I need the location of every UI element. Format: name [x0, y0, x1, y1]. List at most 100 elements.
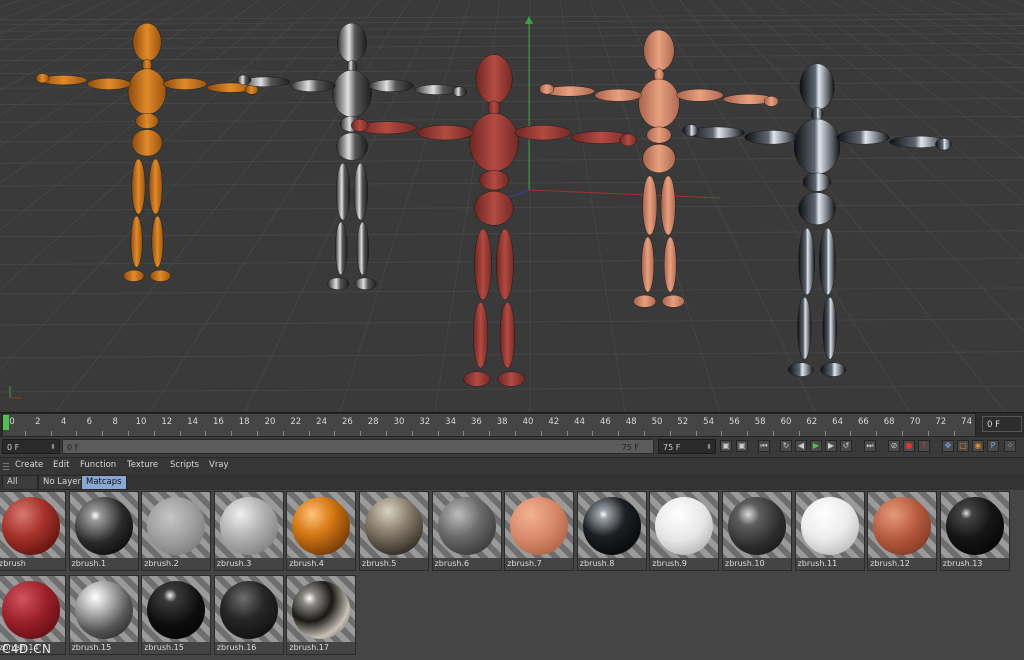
timeline-tick-label: 26 — [341, 417, 353, 427]
timeline-tick-label: 32 — [419, 417, 431, 427]
material-preview — [147, 581, 206, 639]
frame-range-slider[interactable]: 0 F 75 F — [62, 439, 654, 454]
previous-key-button[interactable]: ↻ — [780, 440, 792, 452]
filter-tab-matcaps[interactable]: Matcaps — [81, 475, 127, 490]
timeline-tick-label: 24 — [316, 417, 328, 427]
step-forward-button[interactable]: ▶ — [825, 440, 837, 452]
timeline-tick-label: 58 — [754, 417, 766, 427]
3d-viewport[interactable] — [0, 0, 1024, 412]
material-preview — [437, 497, 496, 555]
material-preview — [728, 497, 786, 555]
menu-texture[interactable]: Texture — [127, 460, 158, 470]
stepper-icon: ⬍ — [50, 443, 56, 451]
frame-left-button[interactable]: ▣ — [720, 440, 732, 452]
timeline-tick-label: 60 — [780, 417, 792, 427]
menu-function[interactable]: Function — [80, 460, 116, 470]
rotate-key-button[interactable]: ◉ — [972, 440, 984, 452]
menu-scripts[interactable]: Scripts — [170, 460, 199, 470]
material-swatch[interactable]: zbrush.15 — [68, 575, 139, 655]
timeline-tick-label: 66 — [857, 417, 869, 427]
material-menu-bar: Create Edit Function Texture Scripts Vra… — [0, 457, 1024, 474]
autokey-button[interactable]: ● — [903, 440, 915, 452]
material-label: zbrush.3 — [214, 558, 283, 570]
material-preview — [292, 497, 351, 555]
material-label: zbrush.7 — [505, 558, 574, 570]
param-key-button[interactable]: P — [987, 440, 999, 452]
material-label: zbrush — [0, 558, 65, 570]
material-preview — [800, 497, 859, 555]
viewport-canvas[interactable] — [0, 0, 1024, 412]
menu-vray[interactable]: Vray — [209, 460, 229, 470]
material-swatch[interactable]: zbrush.7 — [504, 491, 575, 571]
material-swatch[interactable]: zbrush.5 — [359, 491, 429, 571]
x-axis-line — [528, 189, 721, 199]
material-swatch[interactable]: zbrush.8 — [576, 491, 647, 571]
glass-mannequin[interactable] — [682, 63, 952, 377]
timeline-tick-label: 4 — [60, 417, 67, 427]
menu-edit[interactable]: Edit — [53, 460, 69, 470]
timeline-tick-label: 36 — [470, 417, 482, 427]
start-frame-field[interactable]: 0 F ⬍ — [2, 439, 60, 454]
timeline[interactable]: 0 2 4 6 8 10 12 14 16 18 20 22 24 26 28 30 32 34 36 38 40 42 4… — [0, 412, 1024, 437]
current-frame-field[interactable]: 0 F — [982, 416, 1022, 432]
timeline-tick-label: 40 — [522, 417, 534, 427]
go-to-end-button[interactable]: ⏭ — [864, 440, 876, 452]
timeline-tick-label: 74 — [961, 417, 973, 427]
record-keys-button[interactable]: ⊘ — [888, 440, 900, 452]
next-key-button[interactable]: ↺ — [840, 440, 852, 452]
material-label: zbrush.13 — [940, 558, 1009, 570]
end-frame-value: 75 F — [663, 443, 681, 452]
step-back-button[interactable]: ◀ — [795, 440, 807, 452]
red-mannequin[interactable] — [351, 54, 637, 387]
material-swatch[interactable]: zbrush.9 — [649, 491, 720, 571]
material-preview — [147, 497, 206, 555]
playhead[interactable] — [3, 415, 9, 430]
filter-tab-all[interactable]: All — [2, 475, 38, 490]
material-swatch[interactable]: zbrush.16 — [213, 575, 284, 655]
filter-tab-no-layer[interactable]: No Layer — [38, 475, 86, 490]
material-swatch[interactable]: zbrush.10 — [722, 491, 792, 571]
mannequin-group[interactable] — [35, 22, 952, 387]
material-label: zbrush.6 — [432, 558, 501, 570]
material-swatch[interactable]: zbrush.13 — [939, 491, 1010, 571]
point-level-button[interactable]: ⁘ — [1004, 440, 1016, 452]
material-preview — [655, 497, 714, 555]
timeline-tick-label: 38 — [496, 417, 508, 427]
material-swatch[interactable]: zbrush.3 — [213, 491, 284, 571]
range-end-value: 75 F — [621, 443, 639, 452]
orange-mannequin[interactable] — [35, 22, 259, 282]
end-frame-field[interactable]: 75 F ⬍ — [658, 439, 716, 454]
material-label: zbrush.12 — [868, 558, 937, 570]
timeline-tick-label: 0 — [9, 417, 15, 427]
scale-key-button[interactable]: ▢ — [957, 440, 969, 452]
material-swatch[interactable]: zbrush.2 — [141, 491, 212, 571]
material-swatch[interactable]: zbrush.4 — [286, 491, 357, 571]
material-preview — [74, 497, 133, 555]
material-label: zbrush.1 — [69, 558, 138, 570]
move-key-button[interactable]: ✥ — [942, 440, 954, 452]
material-preview — [74, 581, 133, 639]
grip-icon[interactable] — [3, 462, 9, 470]
timeline-tick-label: 12 — [161, 417, 173, 427]
frame-right-button[interactable]: ▣ — [736, 440, 748, 452]
timeline-tick-label: 2 — [35, 417, 41, 427]
keyframe-selection-button[interactable]: ? — [918, 440, 930, 452]
timeline-tick-label: 14 — [187, 417, 199, 427]
timeline-tick-label: 6 — [86, 417, 93, 427]
material-swatch[interactable]: zbrush.15 — [141, 575, 212, 655]
timeline-ruler[interactable]: 0 2 4 6 8 10 12 14 16 18 20 22 24 26 28 30 32 34 36 38 40 42 4… — [2, 413, 976, 437]
material-swatch[interactable]: zbrush.17 — [286, 575, 357, 655]
menu-create[interactable]: Create — [15, 460, 43, 470]
material-swatch[interactable]: zbrush.1 — [68, 491, 139, 571]
material-label: zbrush.11 — [795, 558, 864, 570]
material-swatch[interactable]: zbrush — [0, 491, 66, 571]
go-to-start-button[interactable]: ⏮ — [758, 440, 770, 452]
chrome-mannequin[interactable] — [237, 22, 467, 290]
material-swatch[interactable]: zbrush.11 — [794, 491, 865, 571]
material-swatch[interactable]: zbrush.6 — [431, 491, 502, 571]
watermark: C4D.CN — [2, 642, 52, 656]
timeline-tick-label: 18 — [238, 417, 250, 427]
peach-mannequin[interactable] — [539, 29, 779, 308]
material-swatch[interactable]: zbrush.12 — [867, 491, 938, 571]
play-button[interactable]: ▶ — [810, 440, 822, 452]
